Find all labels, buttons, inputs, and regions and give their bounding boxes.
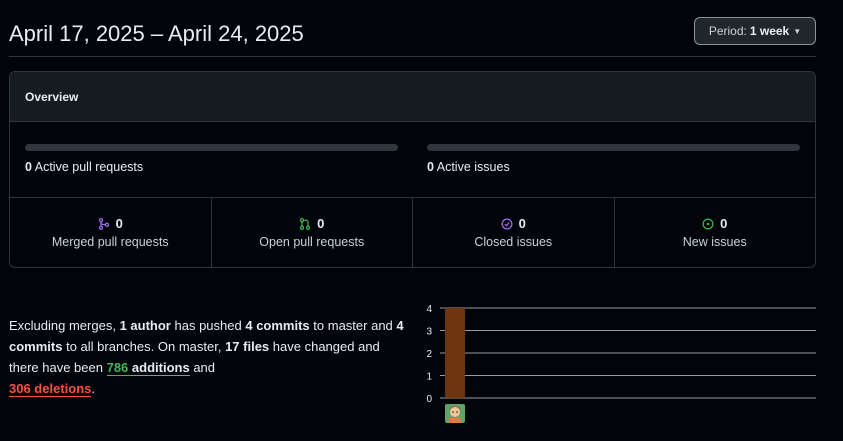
additions-word: additions [131,360,190,376]
stat-new-issues[interactable]: 0 New issues [615,198,816,267]
pull-request-icon [300,217,311,230]
active-prs-progress-bar [25,144,398,151]
active-prs-count: 0 [25,160,32,174]
summary-text: has pushed [174,318,242,333]
active-issues-block[interactable]: 0 Active issues [427,122,800,198]
stat-new-issues-top: 0 [702,216,727,231]
check-circle-icon [501,218,513,229]
pulse-page: April 17, 2025 – April 24, 2025 Period: … [0,0,843,441]
period-dropdown-button[interactable]: Period: 1 week ▼ [694,17,816,45]
summary-authors: 1 author [119,318,171,333]
stat-open-prs-count: 0 [317,216,325,231]
stat-open-prs[interactable]: 0 Open pull requests [212,198,413,267]
y-tick-label: 0 [426,394,432,405]
commits-by-author-chart: 0 1 2 3 4 [426,304,816,405]
stat-closed-issues[interactable]: 0 Closed issues [413,198,615,267]
stat-open-prs-top: 0 [299,216,324,231]
caret-down-icon: ▼ [793,26,802,36]
overview-header: Overview [10,72,815,122]
stat-new-issues-count: 0 [720,216,728,231]
stat-closed-issues-top: 0 [501,216,526,231]
summary-commits-master: 4 commits [245,318,310,333]
summary-text: . [91,381,95,396]
additions-link[interactable]: 786 additions [106,360,190,376]
stat-closed-issues-label: Closed issues [474,235,553,249]
active-prs-block[interactable]: 0 Active pull requests [25,122,398,198]
overview-stats-row: 0 Merged pull requests 0 Open pull reque… [10,198,815,267]
stat-merged-prs-label: Merged pull requests [51,235,169,249]
period-value: 1 week [749,24,790,38]
additions-count: 786 [106,360,129,375]
active-issues-progress-bar [427,144,800,151]
stat-new-issues-label: New issues [682,235,747,249]
summary-files: 17 files [225,339,270,354]
author-avatar[interactable] [445,404,465,423]
y-tick-label: 3 [426,327,432,338]
active-issues-count: 0 [427,160,434,174]
y-tick-label: 4 [426,304,432,315]
period-prefix: Period: [708,24,747,38]
y-tick-label: 2 [426,349,432,360]
issue-opened-icon [702,218,714,229]
summary-text: and [193,360,216,375]
active-issues-label: Active issues [436,160,510,174]
summary-text: Excluding merges, [9,318,116,333]
merge-icon [98,217,109,230]
overview-progress-row: 0 Active pull requests 0 Active issues [10,122,815,198]
y-tick-label: 1 [426,372,432,383]
commit-bar[interactable] [445,308,465,398]
stat-closed-issues-count: 0 [518,216,526,231]
summary-text: to all branches. On master, [66,339,222,354]
active-prs-text: 0 Active pull requests [25,160,143,174]
date-range-title: April 17, 2025 – April 24, 2025 [9,21,304,46]
stat-open-prs-label: Open pull requests [259,235,365,249]
summary-text: to master and [313,318,393,333]
commit-summary: Excluding merges, 1 author has pushed 4 … [9,315,409,399]
stat-merged-prs[interactable]: 0 Merged pull requests [10,198,212,267]
stat-merged-prs-top: 0 [98,216,123,231]
active-issues-text: 0 Active issues [427,160,510,174]
overview-panel: Overview 0 Active pull requests 0 Active… [9,71,816,268]
pulse-header: April 17, 2025 – April 24, 2025 Period: … [9,0,816,57]
stat-merged-prs-count: 0 [115,216,123,231]
deletions-link[interactable]: 306 deletions [9,381,92,397]
active-prs-label: Active pull requests [34,160,144,174]
